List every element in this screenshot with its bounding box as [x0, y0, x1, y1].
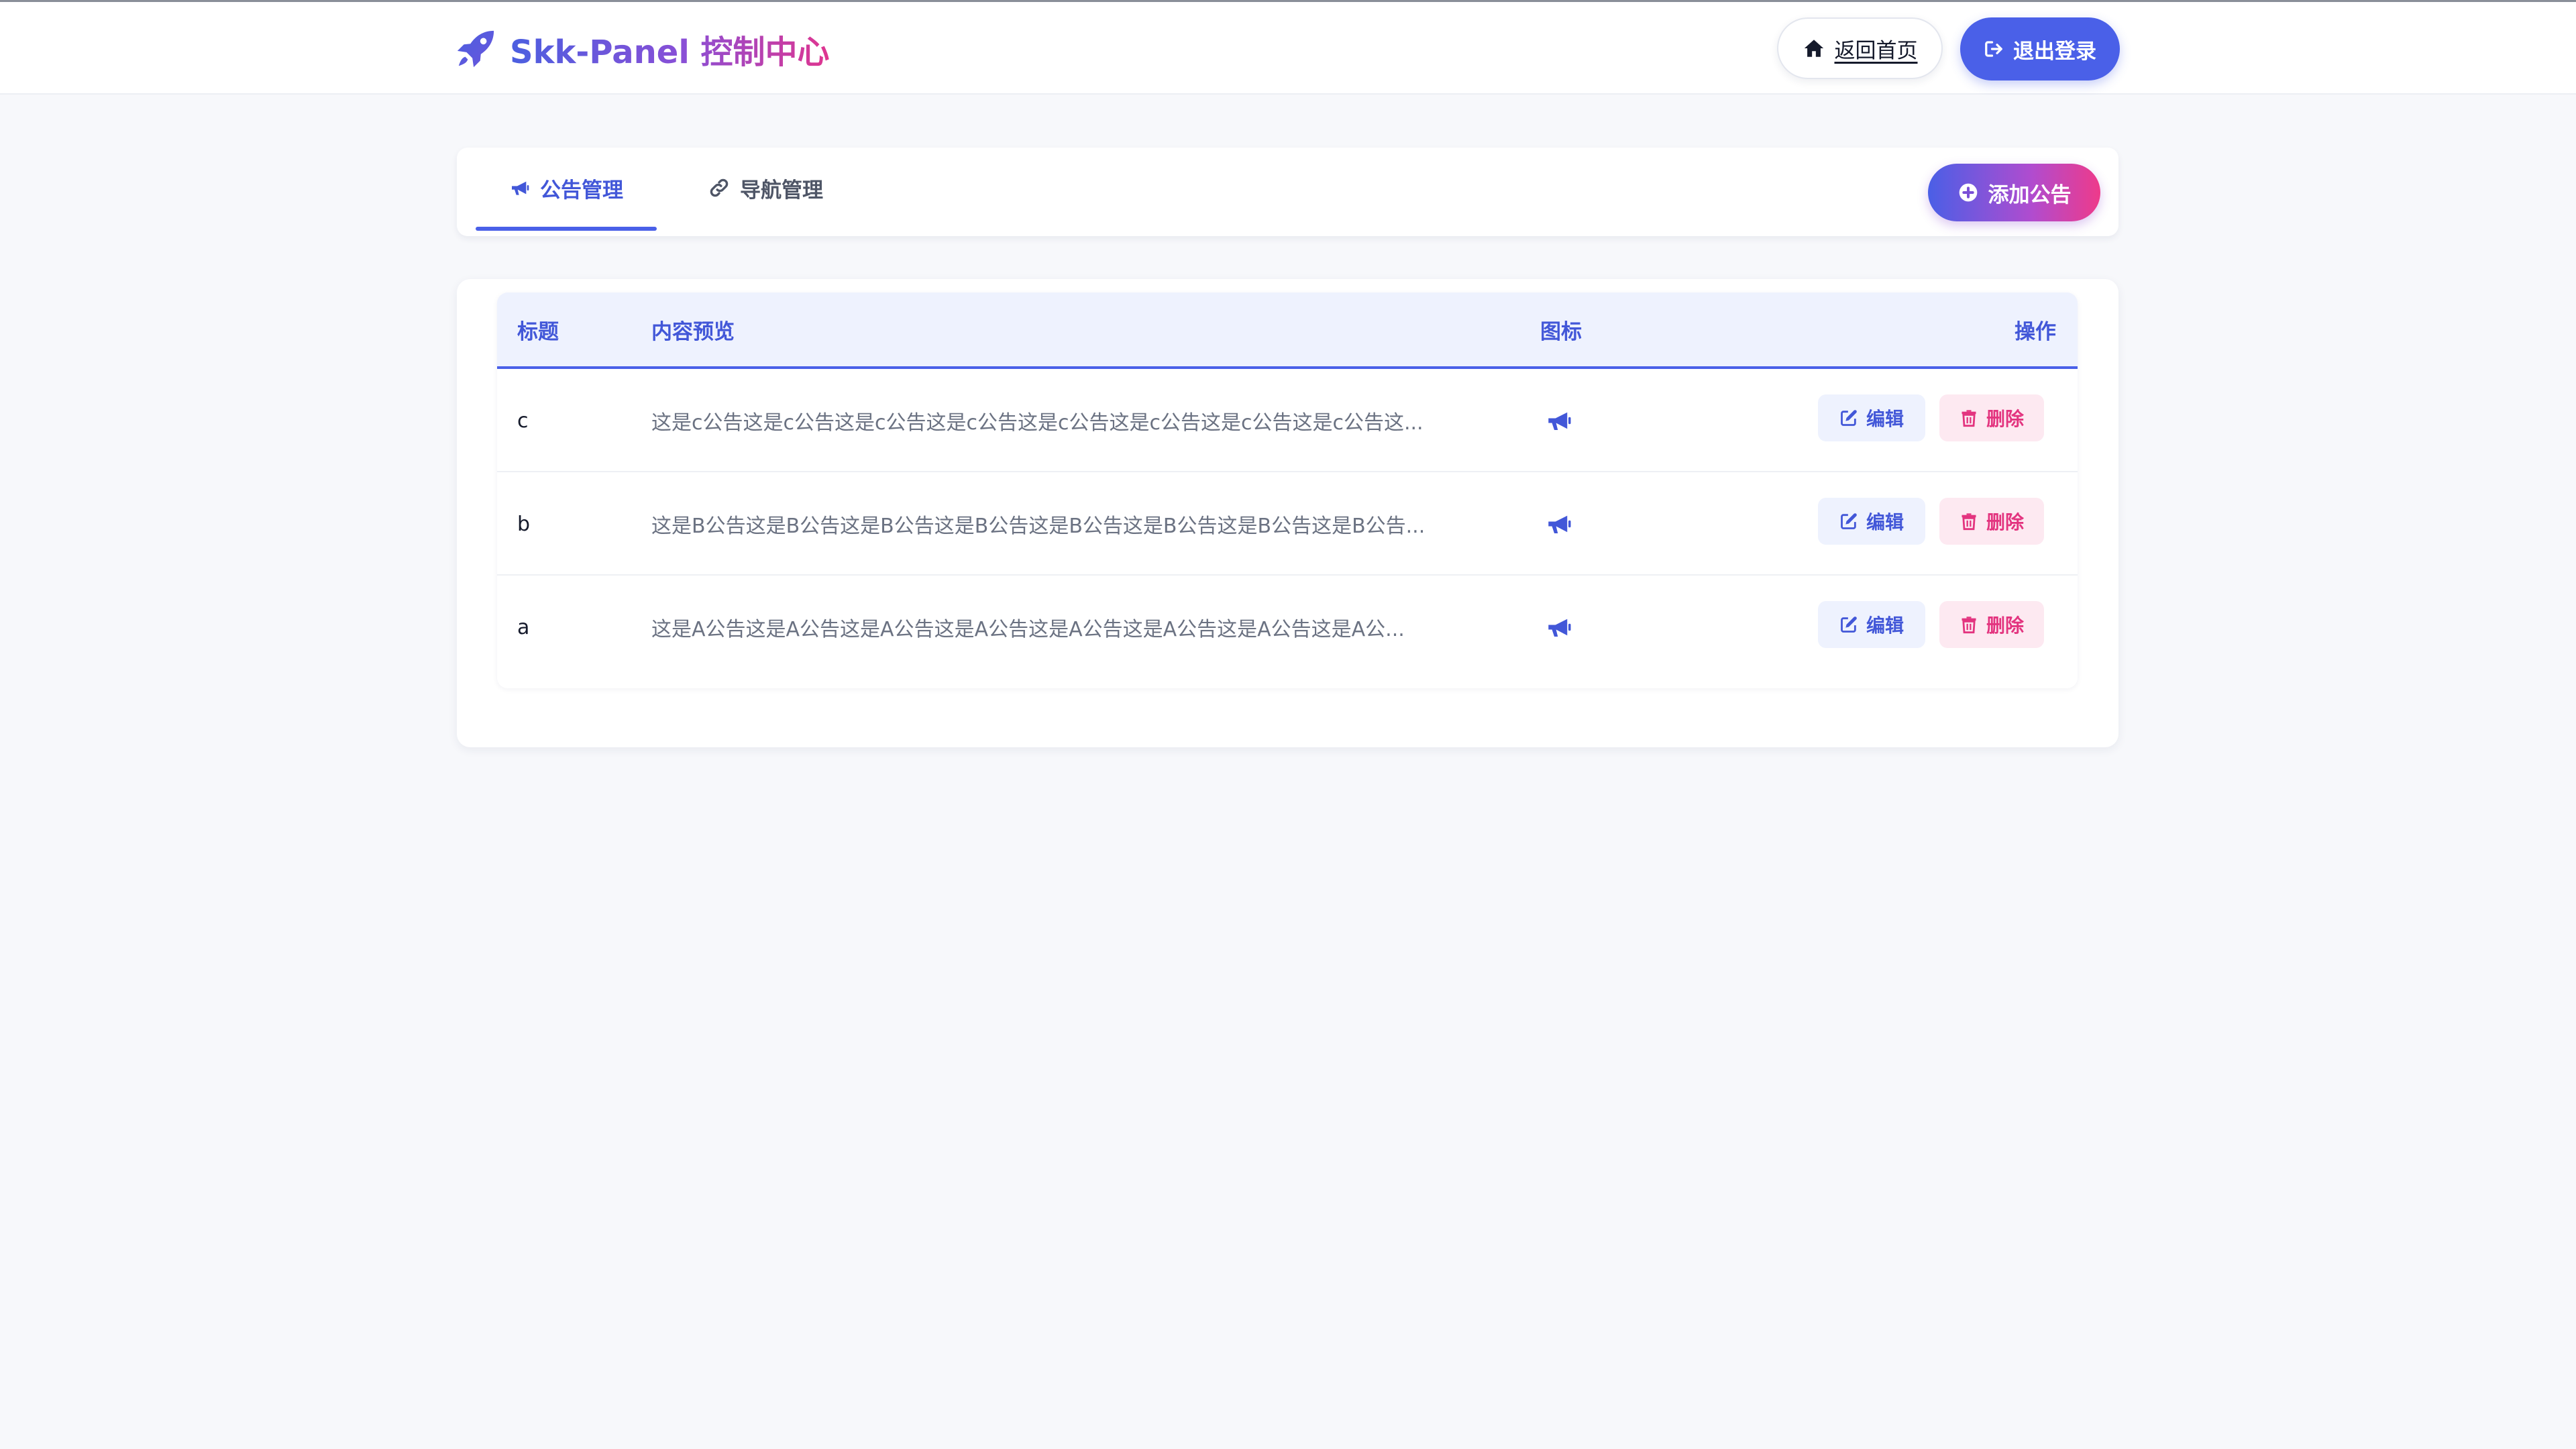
tab-label: 公告管理 — [540, 178, 623, 203]
edit-icon — [1839, 615, 1858, 634]
trash-icon — [1960, 615, 1978, 634]
logout-icon — [1984, 39, 2004, 59]
megaphone-icon — [509, 177, 531, 199]
column-header-title: 标题 — [517, 319, 559, 344]
tab-navigation-management[interactable]: 导航管理 — [708, 148, 823, 228]
link-icon — [708, 176, 731, 199]
edit-button[interactable]: 编辑 — [1818, 601, 1925, 648]
tab-label: 导航管理 — [740, 178, 823, 203]
edit-label: 编辑 — [1866, 614, 1904, 637]
home-button[interactable]: 返回首页 — [1777, 17, 1943, 79]
edit-icon — [1839, 409, 1858, 427]
column-header-preview: 内容预览 — [651, 319, 735, 344]
top-navbar: Skk-Panel 控制中心 返回首页 退出登录 — [0, 0, 2576, 95]
row-preview: 这是A公告这是A公告这是A公告这是A公告这是A公告这是A公告这是A公告这是A公.… — [651, 618, 1405, 641]
trash-icon — [1960, 409, 1978, 427]
delete-label: 删除 — [1986, 511, 2024, 533]
row-title: b — [517, 512, 531, 536]
home-button-label: 返回首页 — [1834, 38, 1918, 63]
delete-button[interactable]: 删除 — [1939, 601, 2044, 648]
rocket-icon — [455, 28, 496, 70]
edit-label: 编辑 — [1866, 511, 1904, 533]
table-row: c 这是c公告这是c公告这是c公告这是c公告这是c公告这是c公告这是c公告这是c… — [497, 369, 2078, 472]
brand[interactable]: Skk-Panel 控制中心 — [455, 25, 830, 72]
announcement-table-card: 标题 内容预览 图标 操作 c 这是c公告这是c公告这是c公告这是c公告这是c公… — [457, 279, 2118, 747]
row-preview: 这是B公告这是B公告这是B公告这是B公告这是B公告这是B公告这是B公告这是B公告… — [651, 515, 1426, 538]
add-button-label: 添加公告 — [1988, 182, 2072, 207]
table-row: a 这是A公告这是A公告这是A公告这是A公告这是A公告这是A公告这是A公告这是A… — [497, 576, 2078, 679]
edit-button[interactable]: 编辑 — [1818, 498, 1925, 545]
row-preview: 这是c公告这是c公告这是c公告这是c公告这是c公告这是c公告这是c公告这是c公告… — [651, 411, 1424, 435]
delete-button[interactable]: 删除 — [1939, 498, 2044, 545]
megaphone-icon — [1545, 576, 1573, 679]
tab-bar: 公告管理 导航管理 添加公告 — [457, 148, 2118, 236]
logout-button-label: 退出登录 — [2013, 39, 2096, 64]
add-announcement-button[interactable]: 添加公告 — [1928, 164, 2100, 221]
table-header: 标题 内容预览 图标 操作 — [497, 292, 2078, 369]
delete-button[interactable]: 删除 — [1939, 394, 2044, 441]
trash-icon — [1960, 512, 1978, 531]
tab-announcement-management[interactable]: 公告管理 — [476, 148, 657, 231]
plus-circle-icon — [1957, 182, 1979, 203]
edit-label: 编辑 — [1866, 408, 1904, 430]
edit-button[interactable]: 编辑 — [1818, 394, 1925, 441]
column-header-actions: 操作 — [2015, 319, 2056, 344]
megaphone-icon — [1545, 472, 1573, 576]
delete-label: 删除 — [1986, 408, 2024, 430]
row-title: a — [517, 615, 530, 639]
column-header-icon: 图标 — [1540, 319, 1582, 344]
announcement-table: 标题 内容预览 图标 操作 c 这是c公告这是c公告这是c公告这是c公告这是c公… — [497, 292, 2078, 688]
table-row: b 这是B公告这是B公告这是B公告这是B公告这是B公告这是B公告这是B公告这是B… — [497, 472, 2078, 576]
megaphone-icon — [1545, 369, 1573, 472]
home-icon — [1803, 37, 1825, 60]
logout-button[interactable]: 退出登录 — [1960, 17, 2120, 80]
delete-label: 删除 — [1986, 614, 2024, 637]
row-title: c — [517, 409, 529, 433]
brand-title: Skk-Panel 控制中心 — [510, 25, 830, 72]
edit-icon — [1839, 512, 1858, 531]
